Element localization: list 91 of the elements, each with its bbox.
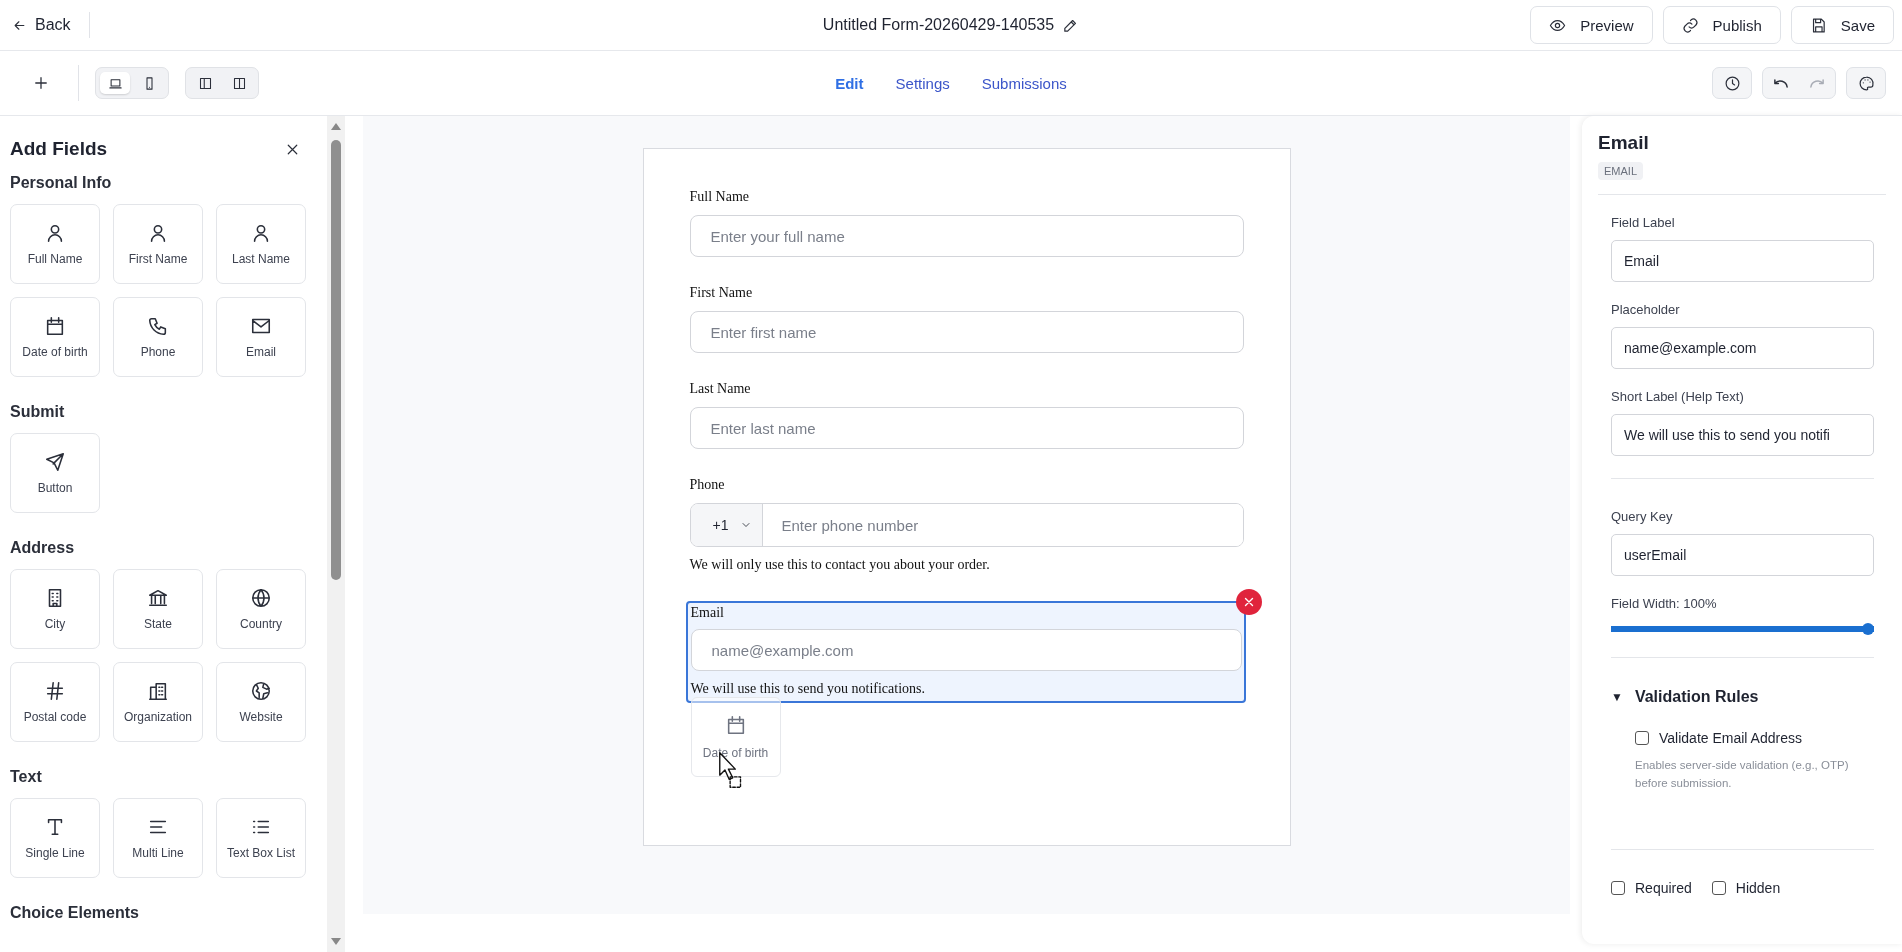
width-slider[interactable]: [1611, 623, 1874, 635]
field-type-tile[interactable]: Website: [216, 662, 306, 742]
bank-icon: [147, 587, 169, 609]
form-title: Untitled Form-20260429-140535: [822, 16, 1055, 34]
phone-input-field[interactable]: +1 Enter phone number: [689, 503, 1244, 547]
section-heading: Address: [10, 539, 76, 557]
checkbox-label: Required: [1635, 879, 1692, 896]
palette-button[interactable]: [1846, 67, 1886, 99]
input-field[interactable]: name@example.com: [1611, 327, 1874, 369]
field-label: Email: [690, 605, 725, 621]
field-type-tile[interactable]: Email: [216, 297, 306, 377]
panel-title: Email: [1598, 132, 1650, 154]
field-label: First Name: [689, 285, 754, 301]
undo-icon: [1774, 78, 1788, 88]
history-button[interactable]: [1712, 67, 1752, 99]
help-text: We will use this to send you notifications.: [690, 681, 925, 697]
link-icon: [1681, 16, 1699, 34]
input-field[interactable]: Enter first name: [689, 311, 1244, 353]
palette-icon: [1857, 74, 1875, 92]
scrollbar[interactable]: [327, 116, 345, 952]
plus-icon[interactable]: [32, 74, 50, 92]
input-field[interactable]: userEmail: [1611, 534, 1874, 576]
checkbox[interactable]: [1711, 880, 1726, 895]
property-label: Query Key: [1611, 509, 1674, 524]
selected-form-field[interactable]: Email name@example.com We will use this to send you notifications.: [685, 601, 1246, 703]
drag-preview-tile: Date of birth: [690, 697, 781, 777]
preview-button[interactable]: Preview: [1530, 6, 1653, 44]
country-code-select[interactable]: +1: [690, 504, 764, 546]
field-type-tile[interactable]: Button: [10, 433, 100, 513]
hash-icon: [44, 680, 66, 702]
property-label: Field Label: [1611, 215, 1676, 230]
field-type-tile[interactable]: City: [10, 569, 100, 649]
input-field[interactable]: Enter last name: [689, 407, 1244, 449]
field-type-tile[interactable]: Postal code: [10, 662, 100, 742]
checkbox-label: Validate Email Address: [1659, 730, 1802, 746]
save-button[interactable]: Save: [1790, 6, 1894, 44]
columns-icon: [231, 75, 247, 91]
field-type-tile[interactable]: Country: [216, 569, 306, 649]
field-type-tile[interactable]: Single Line: [10, 798, 100, 878]
remove-field-button[interactable]: [1235, 589, 1262, 615]
section-heading: Text: [10, 768, 43, 786]
field-type-tile[interactable]: State: [113, 569, 203, 649]
earth-icon: [250, 680, 272, 702]
globe-icon: [250, 587, 272, 609]
checkbox[interactable]: [1635, 731, 1649, 745]
checkbox[interactable]: [1611, 880, 1625, 895]
field-type-tile[interactable]: Last Name: [216, 204, 306, 284]
field-type-tile[interactable]: First Name: [113, 204, 203, 284]
checkbox-label: Hidden: [1735, 879, 1781, 896]
section-heading: Validation Rules: [1634, 688, 1759, 706]
laptop-view-button[interactable]: [100, 72, 130, 94]
form-field[interactable]: Phone +1 Enter phone number We will only use this to contact you about your order.: [687, 477, 1246, 573]
sidebar-panel-icon: [197, 75, 213, 91]
tab[interactable]: Submissions: [981, 74, 1067, 92]
publish-button[interactable]: Publish: [1662, 6, 1781, 44]
form-field[interactable]: Last Name Enter last name: [687, 381, 1246, 449]
collapse-toggle[interactable]: ▼: [1611, 690, 1623, 704]
tab[interactable]: Settings: [895, 74, 950, 92]
section-heading: Submit: [10, 403, 66, 421]
clock-icon: [1723, 74, 1741, 92]
phone-icon: [147, 315, 169, 337]
field-type-tile[interactable]: Text Box List: [216, 798, 306, 878]
slider-label: Field Width: 100%: [1611, 596, 1718, 611]
form-field[interactable]: Full Name Enter your full name: [687, 189, 1246, 257]
calendar-icon: [44, 315, 66, 337]
input-field[interactable]: name@example.com: [690, 629, 1242, 671]
input-field[interactable]: We will use this to send you notifi: [1611, 414, 1874, 456]
section-heading: Choice Elements: [10, 904, 140, 922]
field-type-tile[interactable]: Date of birth: [10, 297, 100, 377]
panel-title: Add Fields: [10, 138, 108, 160]
paper-plane-icon: [44, 451, 66, 473]
input-field[interactable]: Enter your full name: [689, 215, 1244, 257]
back-button[interactable]: Back: [8, 12, 75, 38]
field-type-tag: EMAIL: [1598, 162, 1643, 180]
field-type-tile[interactable]: Phone: [113, 297, 203, 377]
property-label: Short Label (Help Text): [1611, 389, 1745, 404]
field-type-tile[interactable]: Organization: [113, 662, 203, 742]
field-label: Last Name: [689, 381, 752, 397]
redo-icon: [1810, 78, 1824, 88]
field-type-tile[interactable]: Multi Line: [113, 798, 203, 878]
input-field[interactable]: Email: [1611, 240, 1874, 282]
section-heading: Personal Info: [10, 174, 113, 192]
description-text: Enables server-side validation (e.g., OTP) before submission.: [1635, 758, 1850, 792]
tab[interactable]: Edit: [835, 74, 864, 92]
office-building-icon: [147, 680, 169, 702]
help-text: We will only use this to contact you about your order.: [689, 557, 990, 573]
property-label: Placeholder: [1611, 302, 1681, 317]
field-label: Full Name: [689, 189, 750, 205]
field-type-tile[interactable]: Full Name: [10, 204, 100, 284]
field-label: Phone: [689, 477, 726, 493]
form-field[interactable]: First Name Enter first name: [687, 285, 1246, 353]
